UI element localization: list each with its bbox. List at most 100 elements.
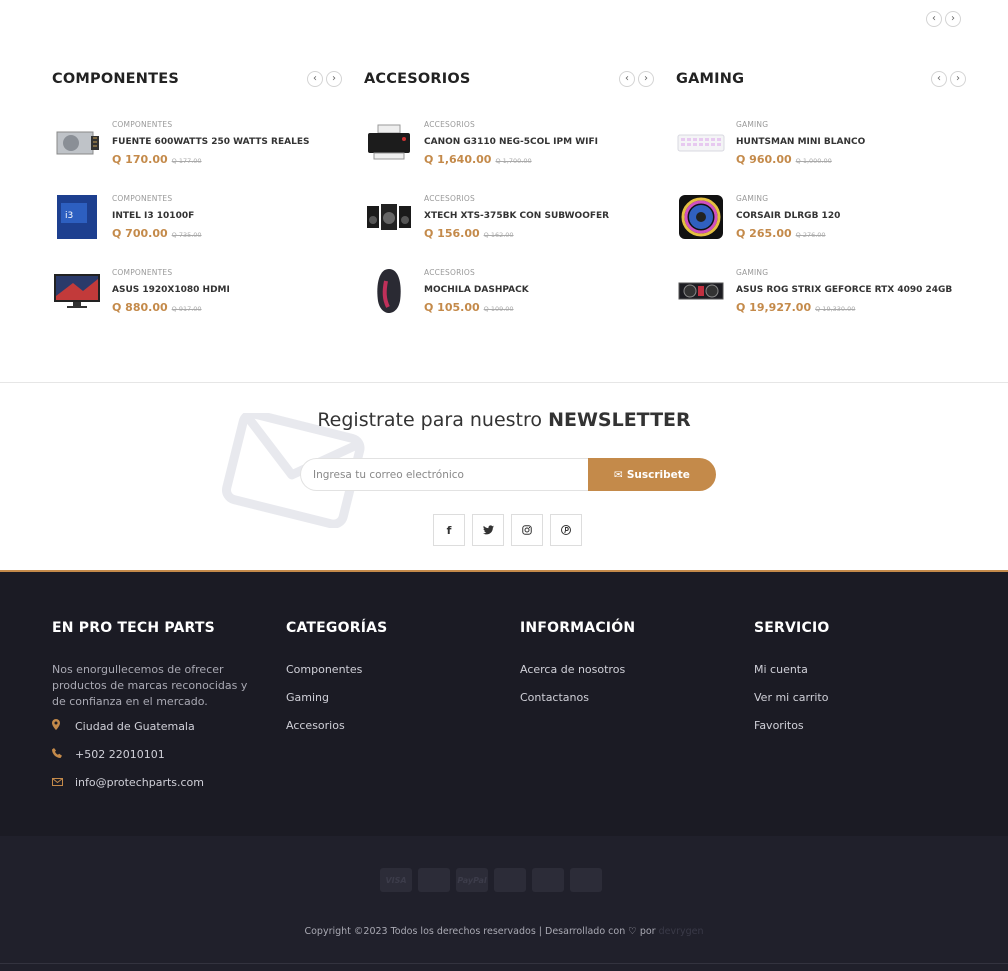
product-category[interactable]: COMPONENTES [112,120,309,129]
product-prices: Q 156.00 Q 162.00 [424,227,609,240]
product-prices: Q 19,927.00 Q 19,330.00 [736,301,952,314]
printer-image[interactable] [364,118,414,168]
product-item[interactable]: ACCESORIOS CANON G3110 NEG-5COL IPM WIFI… [364,118,598,168]
top-carousel-nav: ‹ › [926,11,961,27]
column-next-button[interactable]: › [950,71,966,87]
column-title: ACCESORIOS [364,71,471,87]
top-prev-button[interactable]: ‹ [926,11,942,27]
column-prev-button[interactable]: ‹ [931,71,947,87]
product-name[interactable]: HUNTSMAN MINI BLANCO [736,137,865,147]
product-price: Q 1,640.00 [424,153,492,166]
product-item[interactable]: GAMING CORSAIR DLRGB 120 Q 265.00 Q 276.… [676,192,840,242]
product-prices: Q 265.00 Q 276.00 [736,227,840,240]
facebook-button[interactable]: f [433,514,465,546]
top-next-button[interactable]: › [945,11,961,27]
product-category[interactable]: ACCESORIOS [424,194,609,203]
discover-card-icon [532,868,564,892]
speakers-image[interactable] [364,192,414,242]
product-name[interactable]: ASUS ROG STRIX GEFORCE RTX 4090 24GB [736,285,952,295]
footer-link[interactable]: Contactanos [520,690,730,718]
power-supply-image[interactable] [52,118,102,168]
product-info: COMPONENTES FUENTE 600WATTS 250 WATTS RE… [112,118,309,166]
product-category[interactable]: COMPONENTES [112,268,230,277]
product-name[interactable]: MOCHILA DASHPACK [424,285,529,295]
social-links: f [433,514,582,546]
product-category[interactable]: GAMING [736,268,952,277]
product-category[interactable]: GAMING [736,120,865,129]
monitor-image[interactable] [52,266,102,316]
developer-link[interactable]: devrygen [659,926,704,937]
payment-methods: VISA PayPal [380,868,602,892]
keyboard-image[interactable] [676,118,726,168]
copyright: Copyright ©2023 Todos los derechos reser… [0,926,1008,937]
product-name[interactable]: XTECH XTS-375BK CON SUBWOOFER [424,211,609,221]
graphics-card-image[interactable] [676,266,726,316]
footer-information-links: Acerca de nosotros Contactanos [520,662,730,718]
rgb-fan-image[interactable] [676,192,726,242]
product-item[interactable]: ACCESORIOS XTECH XTS-375BK CON SUBWOOFER… [364,192,609,242]
product-category[interactable]: COMPONENTES [112,194,202,203]
subscribe-button[interactable]: ✉ Suscribete [588,458,716,491]
twitter-icon [482,525,494,535]
product-name[interactable]: CORSAIR DLRGB 120 [736,211,840,221]
product-name[interactable]: CANON G3110 NEG-5COL IPM WIFI [424,137,598,147]
product-prices: Q 105.00 Q 109.00 [424,301,529,314]
chevron-left-icon: ‹ [625,73,629,84]
footer-link[interactable]: Acerca de nosotros [520,662,730,690]
product-old-price: Q 1,700.00 [495,157,532,165]
footer-about-description: Nos enorgullecemos de ofrecer productos … [52,663,248,708]
footer-link[interactable]: Mi cuenta [754,662,964,690]
product-item[interactable]: i3 COMPONENTES INTEL I3 10100F Q 700.00 … [52,192,202,242]
footer-link[interactable]: Ver mi carrito [754,690,964,718]
footer-phone-text[interactable]: +502 22010101 [75,748,165,761]
footer-email-text[interactable]: info@protechparts.com [75,776,204,789]
bottom-divider [0,963,1008,964]
product-item[interactable]: COMPONENTES FUENTE 600WATTS 250 WATTS RE… [52,118,309,168]
bank-card-icon [418,868,450,892]
footer-information: INFORMACIÓN Acerca de nosotros Contactano… [520,620,730,718]
product-info: GAMING CORSAIR DLRGB 120 Q 265.00 Q 276.… [736,192,840,240]
product-prices: Q 700.00 Q 735.00 [112,227,202,240]
column-nav: ‹ › [931,71,966,87]
column-prev-button[interactable]: ‹ [307,71,323,87]
product-item[interactable]: ACCESORIOS MOCHILA DASHPACK Q 105.00 Q 1… [364,266,529,316]
footer-link[interactable]: Favoritos [754,718,964,746]
product-item[interactable]: GAMING HUNTSMAN MINI BLANCO Q 960.00 Q 1… [676,118,865,168]
product-item[interactable]: GAMING ASUS ROG STRIX GEFORCE RTX 4090 2… [676,266,952,316]
product-old-price: Q 276.00 [795,231,826,239]
newsletter-email-input[interactable] [300,458,588,491]
product-category[interactable]: GAMING [736,194,840,203]
product-name[interactable]: FUENTE 600WATTS 250 WATTS REALES [112,137,309,147]
newsletter-title: Registrate para nuestro NEWSLETTER [317,409,691,431]
product-name[interactable]: INTEL I3 10100F [112,211,202,221]
column-next-button[interactable]: › [638,71,654,87]
column-prev-button[interactable]: ‹ [619,71,635,87]
twitter-button[interactable] [472,514,504,546]
footer-link[interactable]: Componentes [286,662,496,690]
backpack-image[interactable] [364,266,414,316]
product-item[interactable]: COMPONENTES ASUS 1920X1080 HDMI Q 880.00… [52,266,230,316]
product-prices: Q 880.00 Q 917.00 [112,301,230,314]
footer-address: Ciudad de Guatemala [52,718,262,734]
newsletter-form: ✉ Suscribete [300,458,716,491]
footer-link[interactable]: Accesorios [286,718,496,746]
footer-phone: +502 22010101 [52,746,262,762]
pinterest-button[interactable] [550,514,582,546]
footer-categories-links: Componentes Gaming Accesorios [286,662,496,746]
intel-cpu-box-image[interactable]: i3 [52,192,102,242]
pinterest-icon [561,525,571,535]
instagram-button[interactable] [511,514,543,546]
product-price: Q 700.00 [112,227,168,240]
footer-link[interactable]: Gaming [286,690,496,718]
copyright-text: Copyright ©2023 Todos los derechos reser… [304,926,626,937]
product-category[interactable]: ACCESORIOS [424,120,598,129]
product-old-price: Q 1,000.00 [795,157,832,165]
column-next-button[interactable]: › [326,71,342,87]
footer-about: EN PRO TECH PARTS Nos enorgullecemos de … [52,620,262,790]
footer-service-links: Mi cuenta Ver mi carrito Favoritos [754,662,964,746]
product-name[interactable]: ASUS 1920X1080 HDMI [112,285,230,295]
product-category[interactable]: ACCESORIOS [424,268,529,277]
heart-icon: ♡ [628,926,637,937]
product-info: GAMING ASUS ROG STRIX GEFORCE RTX 4090 2… [736,266,952,314]
newsletter-section: Registrate para nuestro NEWSLETTER ✉ Sus… [0,382,1008,571]
